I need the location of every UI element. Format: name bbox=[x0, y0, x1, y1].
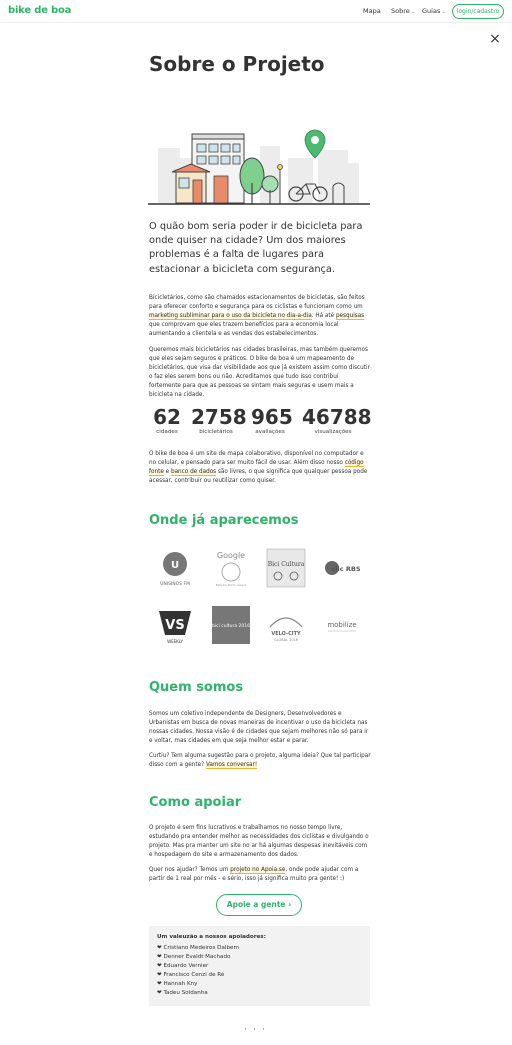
stat-label: visualizações bbox=[314, 429, 352, 435]
support-us-button[interactable]: Apoie a gente › bbox=[216, 894, 302, 916]
about-paragraph: Somos um coletivo independente de Design… bbox=[149, 711, 369, 744]
paragraph-mission: Queremos mais bicicletários nas cidades … bbox=[149, 347, 370, 398]
nav-link-guias-label: Guias bbox=[422, 7, 441, 15]
nav-link-guias[interactable]: Guias⌄ bbox=[422, 7, 446, 15]
supporter-item: ❤ Hannah Kny bbox=[157, 981, 198, 987]
mobilize-logo[interactable]: mobilize bbox=[322, 605, 362, 645]
clic-rbs-logo[interactable]: clic RBS bbox=[322, 548, 362, 588]
supporter-item: ❤ Tadeu Soldanha bbox=[157, 990, 208, 996]
stat-label: avaliações bbox=[255, 429, 285, 435]
page-title: Sobre o Projeto bbox=[149, 52, 325, 76]
top-navbar: bike de boa Mapa Sobre⌄ Guias⌄ login/cad… bbox=[0, 0, 512, 23]
stat-value: 965 bbox=[251, 405, 293, 429]
stat-value: 46788 bbox=[302, 405, 372, 429]
apoia-text-1: Quer nos ajudar? Temos um bbox=[149, 867, 231, 873]
stat-value: 62 bbox=[153, 405, 181, 429]
clic-rbs-text: clic RBS bbox=[331, 565, 360, 573]
stat-visualizacoes: 46788 visualizações bbox=[302, 405, 372, 435]
bicicultura-2016-text: bici cultura 2016 bbox=[212, 623, 250, 629]
chevron-down-icon: ⌄ bbox=[441, 9, 446, 15]
google-text: Google bbox=[217, 551, 245, 560]
paragraph-bicicletarios: Bicicletários, como são chamados estacio… bbox=[149, 294, 371, 339]
support-section-title: Como apoiar bbox=[149, 795, 242, 810]
velo-city-text: VELO-CITY bbox=[271, 631, 301, 637]
supporters-box: Um valeuzão a nossos apoiadores: ❤ Crist… bbox=[149, 926, 370, 1006]
lead-paragraph: O quão bom seria poder ir de bicicleta p… bbox=[149, 221, 363, 275]
marketing-link[interactable]: marketing subliminar para o uso da bicic… bbox=[149, 312, 312, 320]
stat-cidades: 62 cidades bbox=[151, 405, 183, 435]
login-button[interactable]: login/cadastro bbox=[452, 4, 504, 19]
contact-paragraph: Curtiu? Tem alguma sugestão para o proje… bbox=[149, 752, 371, 770]
contact-link[interactable]: Vamos conversar! bbox=[205, 761, 258, 769]
nav-link-mapa-label: Mapa bbox=[363, 7, 381, 15]
stat-label: cidades bbox=[156, 429, 178, 435]
footer-dots: · · · bbox=[244, 1025, 267, 1034]
unisinos-fm-logo[interactable]: U UNISINOS FM bbox=[155, 548, 195, 588]
mobilize-text: mobilize bbox=[327, 621, 356, 629]
bici-cultura-logo[interactable]: Bici Cultura bbox=[266, 548, 306, 588]
google-logo[interactable]: Google Estúdio Porto Alegre bbox=[211, 548, 251, 588]
chevron-down-icon: ⌄ bbox=[410, 9, 415, 15]
stat-label: bicicletários bbox=[199, 429, 233, 435]
supporter-item: ❤ Francisco Cenzi de Ré bbox=[157, 972, 225, 978]
para3-text-2: e bbox=[163, 468, 171, 475]
unisinos-fm-text: UNISINOS FM bbox=[160, 581, 190, 587]
svg-text:U: U bbox=[171, 560, 179, 571]
para1-text-1: Bicicletários, como são chamados estacio… bbox=[149, 295, 365, 310]
apoia-se-link[interactable]: projeto no Apoia.se bbox=[230, 867, 286, 874]
bicicultura-2016-logo[interactable]: bici cultura 2016 bbox=[211, 605, 251, 645]
brand-logo[interactable]: bike de boa bbox=[8, 5, 71, 16]
stat-value: 2758 bbox=[191, 405, 247, 429]
banco-de-dados-link[interactable]: banco de dados bbox=[170, 468, 217, 476]
contact-text: Curtiu? Tem alguma sugestão para o proje… bbox=[149, 753, 371, 768]
supporter-item: ❤ Denner Evaldt Machado bbox=[157, 954, 231, 960]
supporter-item: ❤ Cristiano Medeiros Dalbem bbox=[157, 945, 239, 951]
bici-cultura-text: Bici Cultura bbox=[268, 561, 305, 568]
paragraph-open-source: O bike de boa é um site de mapa colabora… bbox=[149, 450, 371, 486]
press-section-title: Onde já aparecemos bbox=[149, 513, 299, 528]
nav-link-sobre-label: Sobre bbox=[391, 7, 410, 15]
stat-bicicletarios: 2758 bicicletários bbox=[191, 405, 247, 435]
pesquisas-link[interactable]: pesquisas bbox=[335, 312, 365, 320]
nav-link-sobre[interactable]: Sobre⌄ bbox=[391, 7, 415, 15]
support-paragraph: O projeto é sem fins lucrativos e trabal… bbox=[149, 825, 369, 858]
velo-city-logo[interactable]: VELO-CITY GLOBAL 2016 bbox=[266, 605, 306, 645]
close-icon[interactable]: × bbox=[488, 32, 502, 46]
velo-city-sub-text: GLOBAL 2016 bbox=[274, 638, 298, 642]
vs-weekly-logo[interactable]: VS WEEKLY bbox=[155, 605, 195, 645]
para1-text-2: . Há até bbox=[311, 312, 336, 319]
google-sub-text: Estúdio Porto Alegre bbox=[216, 583, 247, 587]
para1-text-3: que comprovam que eles trazem benefícios… bbox=[149, 321, 339, 337]
apoia-paragraph: Quer nos ajudar? Temos um projeto no Apo… bbox=[149, 866, 371, 884]
about-section-title: Quem somos bbox=[149, 680, 244, 695]
city-bike-illustration bbox=[148, 129, 370, 205]
weekly-text: WEEKLY bbox=[167, 639, 183, 644]
para3-text-1: O bike de boa é um site de mapa colabora… bbox=[149, 451, 364, 466]
supporter-item: ❤ Eduardo Vernier bbox=[157, 963, 209, 969]
nav-link-mapa[interactable]: Mapa bbox=[363, 7, 381, 15]
vs-text: VS bbox=[165, 618, 184, 633]
stat-avaliacoes: 965 avaliações bbox=[251, 405, 293, 435]
supporters-title: Um valeuzão a nossos apoiadores: bbox=[157, 934, 266, 940]
